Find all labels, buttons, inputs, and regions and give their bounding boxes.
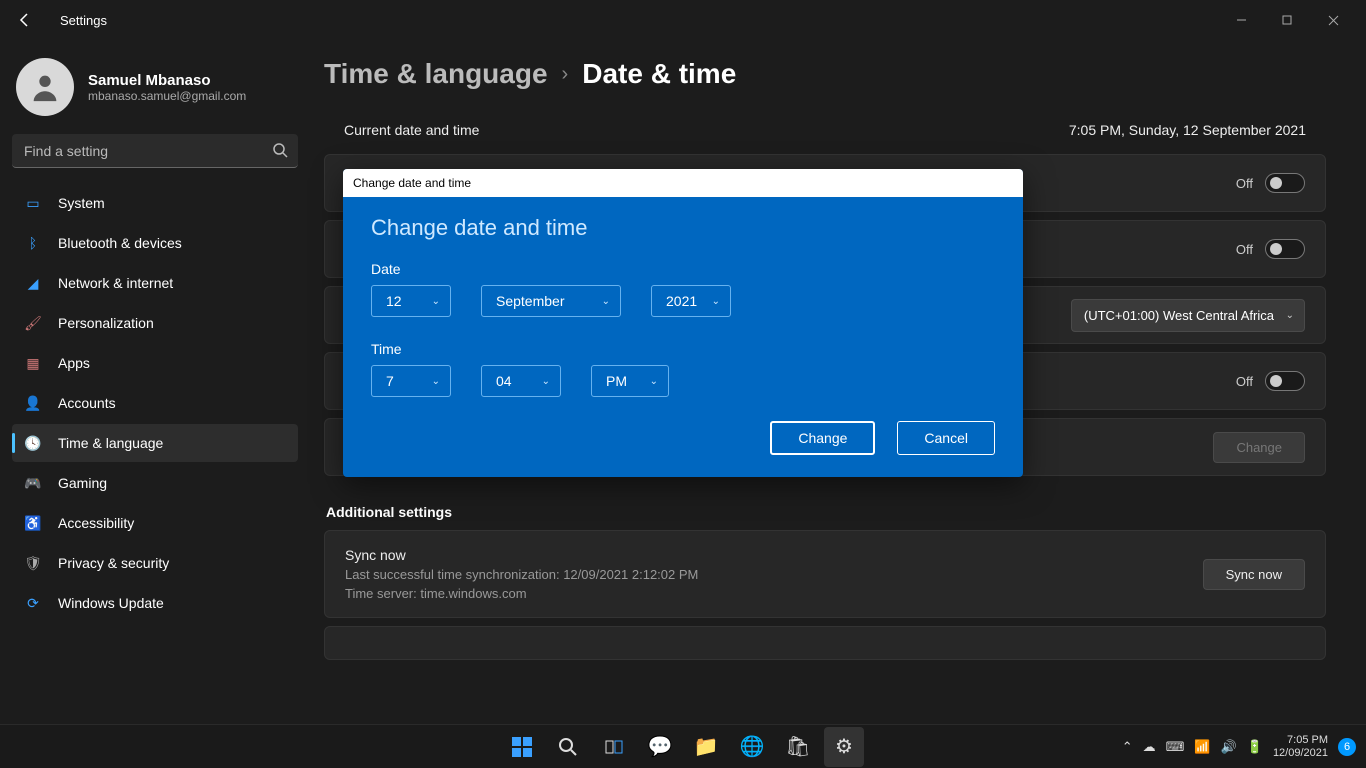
toggle-label: Off xyxy=(1236,176,1253,191)
onedrive-icon[interactable]: ☁ xyxy=(1143,739,1156,755)
edge-browser[interactable]: 🌐 xyxy=(732,727,772,767)
current-datetime-label: Current date and time xyxy=(344,122,479,138)
accessibility-icon: ♿ xyxy=(24,514,42,532)
current-datetime-value: 7:05 PM, Sunday, 12 September 2021 xyxy=(1069,122,1306,138)
window-title: Settings xyxy=(60,13,107,28)
apps-icon: ▦ xyxy=(24,354,42,372)
taskbar-search[interactable] xyxy=(548,727,588,767)
start-button[interactable] xyxy=(502,727,542,767)
bluetooth-icon: ᛒ xyxy=(24,234,42,252)
search-icon xyxy=(272,142,288,163)
nav-time-language[interactable]: 🕓Time & language xyxy=(12,424,298,462)
battery-icon[interactable]: 🔋 xyxy=(1247,739,1263,755)
nav-personalization[interactable]: 🖌Personalization xyxy=(12,304,298,342)
sync-title: Sync now xyxy=(345,547,698,563)
shield-icon: 🛡 xyxy=(24,554,42,572)
user-name: Samuel Mbanaso xyxy=(88,72,246,89)
user-profile[interactable]: Samuel Mbanaso mbanaso.samuel@gmail.com xyxy=(16,58,294,116)
sync-row: Sync now Last successful time synchroniz… xyxy=(324,530,1326,618)
breadcrumb-parent[interactable]: Time & language xyxy=(324,58,548,90)
nav-apps[interactable]: ▦Apps xyxy=(12,344,298,382)
user-email: mbanaso.samuel@gmail.com xyxy=(88,89,246,103)
back-button[interactable] xyxy=(10,5,40,35)
clock-icon: 🕓 xyxy=(24,434,42,452)
nav-accounts[interactable]: 👤Accounts xyxy=(12,384,298,422)
chevron-down-icon: ⌄ xyxy=(432,296,440,307)
wifi-tray-icon[interactable]: 📶 xyxy=(1194,739,1210,755)
dialog-titlebar: Change date and time xyxy=(343,169,1023,197)
chevron-down-icon: ⌄ xyxy=(602,296,610,307)
extra-row xyxy=(324,626,1326,660)
close-button[interactable] xyxy=(1310,4,1356,36)
chevron-down-icon: ⌄ xyxy=(432,376,440,387)
nav: ▭System ᛒBluetooth & devices ◢Network & … xyxy=(12,184,298,622)
auto-time-toggle[interactable] xyxy=(1265,173,1305,193)
breadcrumb-current: Date & time xyxy=(582,58,736,90)
sync-server: Time server: time.windows.com xyxy=(345,586,698,601)
task-view[interactable] xyxy=(594,727,634,767)
volume-icon[interactable]: 🔊 xyxy=(1221,739,1237,755)
maximize-button[interactable] xyxy=(1264,4,1310,36)
nav-bluetooth[interactable]: ᛒBluetooth & devices xyxy=(12,224,298,262)
time-label: Time xyxy=(371,341,995,357)
file-explorer[interactable]: 📁 xyxy=(686,727,726,767)
gamepad-icon: 🎮 xyxy=(24,474,42,492)
display-icon: ▭ xyxy=(24,194,42,212)
settings-app-icon[interactable]: ⚙ xyxy=(824,727,864,767)
system-tray: ⌃ ☁ ⌨ 📶 🔊 🔋 7:05 PM 12/09/2021 6 xyxy=(1122,734,1366,760)
nav-network[interactable]: ◢Network & internet xyxy=(12,264,298,302)
sync-last: Last successful time synchronization: 12… xyxy=(345,567,698,582)
dialog-change-button[interactable]: Change xyxy=(770,421,875,455)
change-datetime-button[interactable]: Change xyxy=(1213,432,1305,463)
search-box[interactable] xyxy=(12,134,298,168)
taskbar: 💬 📁 🌐 🛍 ⚙ ⌃ ☁ ⌨ 📶 🔊 🔋 7:05 PM 12/09/2021… xyxy=(0,724,1366,768)
hour-select[interactable]: 7⌄ xyxy=(371,365,451,397)
update-icon: ⟳ xyxy=(24,594,42,612)
tray-clock[interactable]: 7:05 PM 12/09/2021 xyxy=(1273,734,1328,760)
notification-badge[interactable]: 6 xyxy=(1338,738,1356,756)
timezone-select[interactable]: (UTC+01:00) West Central Africa ⌄ xyxy=(1071,299,1305,332)
toggle-label: Off xyxy=(1236,242,1253,257)
chevron-down-icon: ⌄ xyxy=(1286,310,1294,321)
additional-settings-title: Additional settings xyxy=(326,504,1326,520)
toggle-label: Off xyxy=(1236,374,1253,389)
nav-gaming[interactable]: 🎮Gaming xyxy=(12,464,298,502)
change-datetime-dialog: Change date and time Change date and tim… xyxy=(343,169,1023,477)
store-icon[interactable]: 🛍 xyxy=(778,727,818,767)
nav-privacy[interactable]: 🛡Privacy & security xyxy=(12,544,298,582)
brush-icon: 🖌 xyxy=(24,314,42,332)
day-select[interactable]: 12⌄ xyxy=(371,285,451,317)
date-label: Date xyxy=(371,261,995,277)
search-input[interactable] xyxy=(12,134,298,168)
nav-system[interactable]: ▭System xyxy=(12,184,298,222)
titlebar: Settings xyxy=(0,0,1366,40)
chevron-down-icon: ⌄ xyxy=(712,296,720,307)
chevron-down-icon: ⌄ xyxy=(650,376,658,387)
nav-accessibility[interactable]: ♿Accessibility xyxy=(12,504,298,542)
dialog-heading: Change date and time xyxy=(371,215,995,241)
breadcrumb: Time & language › Date & time xyxy=(324,58,1326,90)
minute-select[interactable]: 04⌄ xyxy=(481,365,561,397)
avatar xyxy=(16,58,74,116)
dst-toggle[interactable] xyxy=(1265,371,1305,391)
chevron-down-icon: ⌄ xyxy=(542,376,550,387)
sidebar: Samuel Mbanaso mbanaso.samuel@gmail.com … xyxy=(0,40,310,724)
wifi-icon: ◢ xyxy=(24,274,42,292)
chevron-right-icon: › xyxy=(562,63,569,86)
dialog-cancel-button[interactable]: Cancel xyxy=(897,421,995,455)
sync-now-button[interactable]: Sync now xyxy=(1203,559,1305,590)
keyboard-icon[interactable]: ⌨ xyxy=(1166,739,1185,755)
nav-update[interactable]: ⟳Windows Update xyxy=(12,584,298,622)
chat-icon[interactable]: 💬 xyxy=(640,727,680,767)
year-select[interactable]: 2021⌄ xyxy=(651,285,731,317)
tray-chevron-icon[interactable]: ⌃ xyxy=(1122,739,1133,755)
person-icon: 👤 xyxy=(24,394,42,412)
auto-tz-toggle[interactable] xyxy=(1265,239,1305,259)
month-select[interactable]: September⌄ xyxy=(481,285,621,317)
ampm-select[interactable]: PM⌄ xyxy=(591,365,669,397)
minimize-button[interactable] xyxy=(1218,4,1264,36)
current-datetime-header: Current date and time 7:05 PM, Sunday, 1… xyxy=(324,110,1326,146)
